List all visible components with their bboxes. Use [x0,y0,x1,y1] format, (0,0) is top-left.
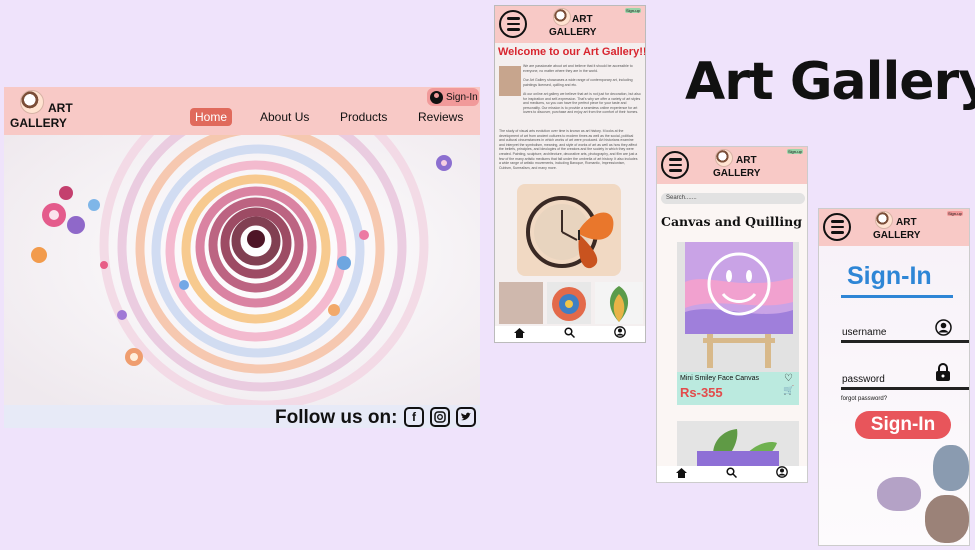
username-label: username [842,327,887,338]
product-card[interactable]: ♡ 🛒 Mini Smiley Face Canvas Rs-355 [677,242,799,405]
logo-emblem-icon [715,149,733,167]
menu-icon[interactable] [823,213,851,241]
nav-home[interactable]: Home [190,108,233,126]
user-icon [430,90,443,104]
logo-text-line2: GALLERY [713,168,761,179]
phone-products-header: ART GALLERY Sign-up [657,147,807,184]
intro-paragraph-1: We are passionate about art and believe … [523,64,633,73]
quilling-spiral-artwork [4,135,480,405]
desktop-header: ART GALLERY Home About Us Products Revie… [4,87,480,135]
product-card-2-image[interactable] [677,421,799,467]
category-heading: Canvas and Quilling [661,214,802,229]
logo-text-line1: ART [736,155,757,166]
signin-submit-button[interactable]: Sign-In [855,411,951,439]
phone-products-logo[interactable]: ART GALLERY [711,149,760,179]
logo-text-line2: GALLERY [549,27,597,38]
logo-emblem-icon [20,90,44,114]
smiley-canvas-image [677,242,799,372]
decorative-art-blob-2 [877,477,921,511]
home-icon[interactable] [514,325,526,342]
product-name[interactable]: Mini Smiley Face Canvas [680,375,759,382]
follow-us-label: Follow us on: [275,407,398,428]
hero-quilling-image [4,135,480,405]
signup-badge[interactable]: Sign-up [787,149,803,154]
profile-icon[interactable] [775,465,788,482]
phone-home-logo[interactable]: ART GALLERY [545,8,596,38]
instagram-icon[interactable] [430,407,450,427]
search-icon[interactable] [726,465,738,482]
desktop-mockup: ART GALLERY Home About Us Products Revie… [4,87,480,428]
heading-underline [841,295,953,298]
art-thumbnail-1[interactable] [499,282,543,324]
logo-text-line1: ART [48,101,73,115]
intro-paragraph-3: At our online art gallery we believe tha… [523,92,641,115]
phone-signin-screen: ART GALLERY Sign-up Sign-In username pas… [818,208,970,546]
password-label: password [842,374,885,385]
nav-reviews[interactable]: Reviews [418,110,463,124]
phone-products-screen: ART GALLERY Sign-up Search....... Canvas… [656,146,808,483]
facebook-icon[interactable]: f [404,407,424,427]
gallery-thumbnail-image [499,66,521,96]
butterfly-clock-image [517,184,621,276]
page-title: Art Gallery [685,52,975,112]
signin-button[interactable]: Sign-In [427,88,479,106]
home-icon[interactable] [676,465,688,482]
bottom-navigation [657,466,807,482]
logo-text-line2: GALLERY [10,116,67,130]
logo-emblem-icon [553,8,571,26]
phone-signin-logo[interactable]: ART GALLERY [873,211,920,241]
decorative-art-blob-3 [925,495,969,543]
intro-paragraph-4: The study of visual arts evolution over … [499,129,638,170]
phone-home-screen: ART GALLERY Sign-up Welcome to our Art G… [494,5,646,343]
cart-icon[interactable]: 🛒 [783,385,794,396]
twitter-icon[interactable] [456,407,476,427]
logo-text-line1: ART [572,14,593,25]
signin-heading: Sign-In [847,262,932,290]
signup-badge[interactable]: Sign-up [625,8,641,13]
forgot-password-link[interactable]: forgot password? [841,396,887,402]
logo-text-line2: GALLERY [873,230,921,241]
signin-label: Sign-In [446,91,478,103]
intro-paragraph-2: Our Art Gallery showcases a wide range o… [523,78,633,87]
password-field[interactable] [841,387,969,390]
signup-badge[interactable]: Sign-up [947,211,963,216]
profile-icon[interactable] [613,325,626,342]
search-input[interactable]: Search....... [661,193,805,204]
bottom-navigation [495,326,645,342]
phone-home-header: ART GALLERY Sign-up [495,6,645,43]
wishlist-heart-icon[interactable]: ♡ [784,373,793,384]
username-field[interactable] [841,340,969,343]
phone-signin-header: ART GALLERY Sign-up [819,209,969,246]
logo[interactable]: ART GALLERY [10,90,73,129]
art-thumbnail-3[interactable] [595,282,643,324]
user-icon [935,319,952,341]
welcome-heading: Welcome to our Art Gallery!! [498,46,646,58]
menu-icon[interactable] [661,151,689,179]
nav-products[interactable]: Products [340,110,387,124]
logo-text-line1: ART [896,217,917,228]
decorative-art-blob-1 [933,445,969,491]
nav-about-us[interactable]: About Us [260,110,309,124]
logo-emblem-icon [875,211,893,229]
art-thumbnail-2[interactable] [547,282,591,324]
product-price: Rs-355 [680,385,723,400]
search-icon[interactable] [564,325,576,342]
lock-icon [935,362,951,387]
menu-icon[interactable] [499,10,527,38]
